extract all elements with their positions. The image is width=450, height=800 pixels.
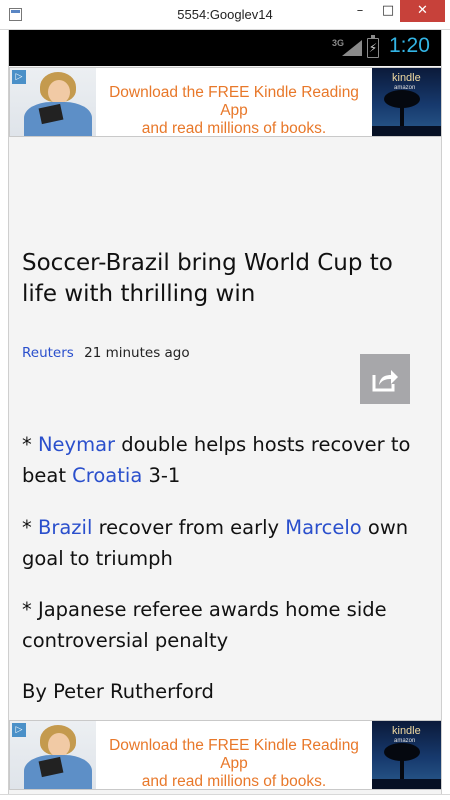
emulator-screen: 3G ⚡ 1:20 ▷ Download the FREE Kindle Rea… <box>8 30 442 800</box>
status-clock: 1:20 <box>389 34 430 57</box>
article-time: 21 minutes ago <box>84 345 190 361</box>
ad-line-1: Download the FREE Kindle Reading App <box>109 84 359 119</box>
window-titlebar: 5554:Googlev14 – □ ✕ <box>0 0 450 30</box>
article-byline: By Peter Rutherford <box>22 680 214 703</box>
article-paragraph-3: * Japanese referee awards home side cont… <box>22 598 387 652</box>
article-source-link[interactable]: Reuters <box>22 345 74 361</box>
kindle-word: kindle <box>392 725 421 737</box>
close-button[interactable]: ✕ <box>400 0 445 22</box>
article-paragraph-1: * Neymar double helps hosts recover to b… <box>22 433 411 487</box>
ad-line-2: and read millions of books. <box>141 120 327 137</box>
share-icon <box>372 370 398 392</box>
article-meta: Reuters 21 minutes ago <box>22 345 190 361</box>
window-bottom-edge <box>0 794 450 800</box>
ad-line-1: Download the FREE Kindle Reading App <box>109 737 359 772</box>
ad-choices-icon[interactable]: ▷ <box>12 70 26 84</box>
ad-line-2: and read millions of books. <box>141 773 327 790</box>
article-paragraph-2: * Brazil recover from early Marcelo own … <box>22 516 409 570</box>
ad-banner-top[interactable]: ▷ Download the FREE Kindle Reading App a… <box>9 67 441 138</box>
entity-link-brazil[interactable]: Brazil <box>38 516 92 539</box>
entity-link-marcelo[interactable]: Marcelo <box>285 516 361 539</box>
kindle-logo: kindle amazon <box>372 721 441 789</box>
article-headline: Soccer-Brazil bring World Cup to life wi… <box>22 250 393 307</box>
amazon-word: amazon <box>394 85 416 91</box>
battery-icon: ⚡ <box>367 35 379 58</box>
ad-banner-bottom[interactable]: ▷ Download the FREE Kindle Reading App a… <box>9 720 441 791</box>
kindle-logo: kindle amazon <box>372 68 441 136</box>
signal-icon <box>342 40 362 56</box>
ad-text: Download the FREE Kindle Reading App and… <box>96 84 372 138</box>
kindle-word: kindle <box>392 72 421 84</box>
entity-link-croatia[interactable]: Croatia <box>72 464 142 487</box>
ad-choices-icon[interactable]: ▷ <box>12 723 26 737</box>
entity-link-neymar[interactable]: Neymar <box>38 433 115 456</box>
amazon-word: amazon <box>394 738 416 744</box>
share-button[interactable] <box>360 354 410 404</box>
ad-text: Download the FREE Kindle Reading App and… <box>96 737 372 791</box>
status-bar: 3G ⚡ 1:20 <box>9 30 441 66</box>
